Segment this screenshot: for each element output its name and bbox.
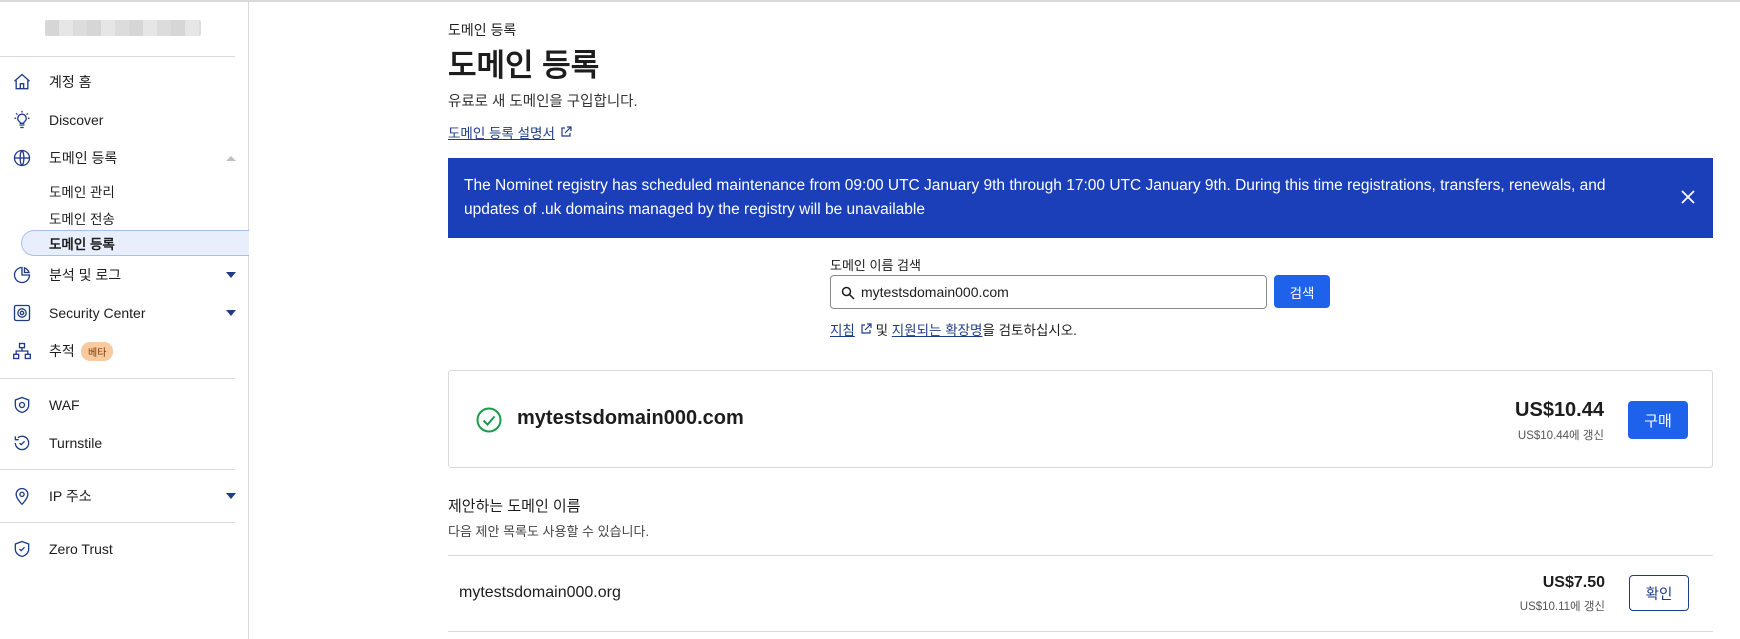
external-link-icon xyxy=(561,126,572,137)
search-input[interactable]: mytestsdomain000.com xyxy=(830,275,1267,309)
sidebar-item-domain-registration[interactable]: 도메인 등록 xyxy=(0,139,249,177)
sidebar-item-ip-address[interactable]: IP 주소 xyxy=(0,477,249,515)
sidebar-item-label: 추적 xyxy=(49,343,75,359)
lightbulb-icon xyxy=(11,109,33,131)
page-title: 도메인 등록 xyxy=(448,48,600,83)
suggestions-description: 다음 제안 목록도 사용할 수 있습니다. xyxy=(448,524,650,539)
close-icon[interactable] xyxy=(1679,188,1697,206)
sidebar-item-label: 도메인 등록 xyxy=(49,150,118,166)
sidebar-item-analytics-logs[interactable]: 분석 및 로그 xyxy=(0,256,249,294)
sidebar-subitem-label: 도메인 등록 xyxy=(49,237,115,252)
search-icon xyxy=(841,286,855,300)
divider xyxy=(0,56,235,57)
supported-extensions-link[interactable]: 지원되는 확장명 xyxy=(892,319,983,339)
list-item: mytestsdomain000.org US$7.50 US$10.11에 갱… xyxy=(448,556,1713,631)
check-button[interactable]: 확인 xyxy=(1629,575,1689,611)
sidebar-item-zero-trust[interactable]: Zero Trust xyxy=(0,530,249,568)
page-subtitle: 유료로 새 도메인을 구입합니다. xyxy=(448,94,638,110)
turnstile-icon xyxy=(11,432,33,454)
banner-text: The Nominet registry has scheduled maint… xyxy=(464,177,1606,218)
sidebar-subitem-domain-manage[interactable]: 도메인 관리 xyxy=(0,178,249,204)
chevron-down-icon[interactable] xyxy=(226,272,236,278)
divider xyxy=(0,469,235,470)
home-icon xyxy=(11,71,33,93)
sidebar-subitem-domain-transfer[interactable]: 도메인 전송 xyxy=(0,205,249,231)
result-renewal-price: US$10.44에 갱신 xyxy=(1517,430,1604,442)
zero-trust-icon xyxy=(11,538,33,560)
domain-search: 도메인 이름 검색 mytestsdomain000.com 검색 지침 및 지… xyxy=(830,255,1350,338)
top-border xyxy=(0,0,1740,2)
chevron-down-icon[interactable] xyxy=(226,310,236,316)
globe-icon xyxy=(11,147,33,169)
search-input-value: mytestsdomain000.com xyxy=(861,284,1009,300)
sidebar-subitem-label: 도메인 전송 xyxy=(49,212,115,227)
divider xyxy=(448,631,1713,632)
divider xyxy=(0,378,235,379)
beta-badge: 베타 xyxy=(81,341,114,361)
search-button[interactable]: 검색 xyxy=(1274,275,1330,308)
sidebar-item-trace[interactable]: 추적 베타 xyxy=(0,332,249,370)
external-link-icon xyxy=(861,323,872,334)
suggestion-renewal-price: US$10.11에 갱신 xyxy=(1519,601,1605,613)
help-connector: 및 xyxy=(871,323,892,338)
suggestions-title: 제안하는 도메인 이름 xyxy=(448,498,581,515)
sidebar-item-waf[interactable]: WAF xyxy=(0,386,249,424)
purchase-button[interactable]: 구매 xyxy=(1628,401,1688,439)
search-help-text: 지침 및 지원되는 확장명 을 검토하십시오. xyxy=(830,319,1077,339)
sidebar-item-label: 계정 홈 xyxy=(49,74,92,90)
divider xyxy=(0,522,235,523)
sitemap-icon xyxy=(11,340,33,362)
documentation-link-label: 도메인 등록 설명서 xyxy=(448,126,555,141)
map-pin-icon xyxy=(11,485,33,507)
suggestion-domain-name: mytestsdomain000.org xyxy=(459,584,621,601)
chevron-up-icon[interactable] xyxy=(226,155,236,161)
sidebar-item-label: Security Center xyxy=(49,305,146,321)
help-tail: 을 검토하십시오. xyxy=(982,323,1077,338)
maintenance-banner: The Nominet registry has scheduled maint… xyxy=(448,158,1713,238)
sidebar-subitem-domain-register[interactable]: 도메인 등록 xyxy=(21,230,249,256)
sidebar-item-label: WAF xyxy=(49,397,80,413)
sidebar-item-security-center[interactable]: Security Center xyxy=(0,294,249,332)
documentation-link[interactable]: 도메인 등록 설명서 xyxy=(448,122,572,142)
sidebar-subitem-label: 도메인 관리 xyxy=(49,185,115,200)
sidebar-item-label: Discover xyxy=(49,112,104,128)
sidebar-item-label: 분석 및 로그 xyxy=(49,267,122,283)
shield-icon xyxy=(11,394,33,416)
sidebar-item-label: IP 주소 xyxy=(49,488,92,504)
search-label: 도메인 이름 검색 xyxy=(830,258,921,273)
breadcrumb: 도메인 등록 xyxy=(448,22,517,38)
sidebar-item-label: Zero Trust xyxy=(49,541,113,557)
sidebar-item-account-home[interactable]: 계정 홈 xyxy=(0,63,249,101)
suggestion-price: US$7.50 xyxy=(1542,574,1605,591)
sidebar-item-turnstile[interactable]: Turnstile xyxy=(0,424,249,462)
chevron-down-icon[interactable] xyxy=(226,493,236,499)
account-name-redacted[interactable] xyxy=(45,20,201,36)
check-circle-icon xyxy=(476,407,502,433)
search-result-card: mytestsdomain000.com US$10.44 US$10.44에 … xyxy=(448,370,1713,468)
sidebar-item-discover[interactable]: Discover xyxy=(0,101,249,139)
sidebar: 계정 홈 Discover 도메인 등록 도메인 관리 도메인 전송 도메인 등… xyxy=(0,2,249,639)
result-domain-name: mytestsdomain000.com xyxy=(517,407,744,429)
sidebar-item-label: Turnstile xyxy=(49,435,103,451)
security-center-icon xyxy=(11,302,33,324)
result-price: US$10.44 xyxy=(1515,399,1604,421)
pie-chart-icon xyxy=(11,264,33,286)
guidelines-link[interactable]: 지침 xyxy=(830,319,855,339)
